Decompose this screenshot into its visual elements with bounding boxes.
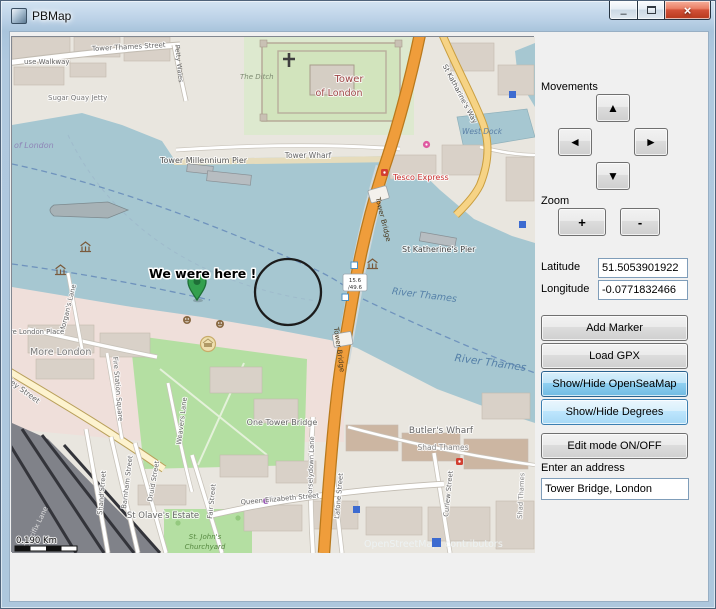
label-one-tower-bridge: One Tower Bridge [247, 418, 318, 427]
label-st-johns: St. John's [189, 533, 222, 541]
move-up-button[interactable]: ▲ [596, 94, 630, 122]
zoom-in-button[interactable]: + [558, 208, 606, 236]
minimize-icon: – [620, 10, 626, 18]
label-sugar-quay: Sugar Quay Jetty [48, 94, 107, 102]
shop-icon [423, 141, 430, 148]
longitude-label: Longitude [541, 283, 589, 295]
label-tower: Tower [334, 74, 365, 85]
latitude-input[interactable] [598, 258, 688, 278]
zoom-label: Zoom [541, 195, 569, 207]
minimize-button[interactable]: – [609, 1, 638, 20]
bridge-clearance-bottom: /49.6 [348, 285, 363, 291]
up-arrow-icon: ▲ [607, 101, 619, 115]
supermarket-icon [381, 169, 388, 176]
app-window: PBMap – × [0, 0, 716, 609]
attribution: OpenStreetMap contributors [364, 538, 503, 550]
scale-text: 0.190 Km [16, 536, 57, 546]
label-boundary-of-london: of London [14, 141, 54, 150]
label-shad-thames: Shad Thames [417, 443, 468, 452]
theatre-icon [216, 320, 224, 328]
label-st-olaves-estate: St Olave's Estate [127, 511, 199, 521]
tower-of-london-grounds [244, 37, 414, 135]
label-more-london-place: More London Place [12, 328, 64, 336]
seamark-icon [353, 506, 360, 513]
seamark-icon [342, 294, 349, 301]
map-canvas[interactable]: use Walkway Tower Thames Street Petty Wa… [11, 36, 534, 552]
attribution-contributors: contributors [445, 539, 503, 550]
zoom-out-button[interactable]: - [620, 208, 660, 236]
attraction-icon [201, 337, 216, 352]
label-the-ditch: The Ditch [240, 73, 274, 81]
window-title: PBMap [32, 9, 71, 23]
toggle-openseamap-button[interactable]: Show/Hide OpenSeaMap [541, 371, 688, 397]
label-walkway: use Walkway [24, 58, 70, 66]
label-st-katherines-pier: St Katherine's Pier [402, 245, 476, 254]
attribution-icon [432, 538, 441, 547]
close-icon: × [684, 3, 692, 18]
close-button[interactable]: × [664, 1, 711, 20]
latitude-label: Latitude [541, 261, 580, 273]
app-icon [11, 8, 27, 24]
marker-annotation-text: We were here ! [149, 266, 256, 281]
right-arrow-icon: ► [645, 135, 657, 149]
theatre-icon [183, 316, 191, 324]
label-west-dock: West Dock [462, 127, 503, 136]
address-input[interactable] [541, 478, 689, 500]
address-label: Enter an address [541, 462, 625, 474]
seamark-icon [351, 262, 358, 269]
edit-mode-button[interactable]: Edit mode ON/OFF [541, 433, 688, 459]
caption-buttons: – × [610, 1, 711, 20]
add-marker-button[interactable]: Add Marker [541, 315, 688, 341]
seamark-icon [519, 221, 526, 228]
shop-icon [456, 458, 463, 465]
label-tower-of-london: of London [316, 88, 363, 99]
maximize-button[interactable] [637, 1, 665, 20]
toggle-degrees-button[interactable]: Show/Hide Degrees [541, 399, 688, 425]
map-svg: use Walkway Tower Thames Street Petty Wa… [12, 37, 535, 553]
longitude-input[interactable] [598, 280, 688, 300]
bridge-clearance-top: 15.6 [349, 278, 362, 284]
left-arrow-icon: ◄ [569, 135, 581, 149]
move-right-button[interactable]: ► [634, 128, 668, 156]
seamark-icon [509, 91, 516, 98]
maximize-icon [647, 6, 656, 14]
load-gpx-button[interactable]: Load GPX [541, 343, 688, 369]
attribution-osm: OpenStreetMap [364, 539, 438, 550]
move-left-button[interactable]: ◄ [558, 128, 592, 156]
label-tower-wharf: Tower Wharf [284, 151, 332, 160]
label-more-london: More London [30, 347, 91, 358]
label-tower-millennium-pier: Tower Millennium Pier [159, 156, 248, 165]
label-churchyard: Churchyard [185, 543, 226, 551]
label-tesco-express: Tesco Express [392, 173, 449, 182]
label-butlers-wharf: Butler's Wharf [409, 426, 474, 436]
movements-label: Movements [541, 81, 598, 93]
down-arrow-icon: ▼ [607, 169, 619, 183]
move-down-button[interactable]: ▼ [596, 162, 630, 190]
